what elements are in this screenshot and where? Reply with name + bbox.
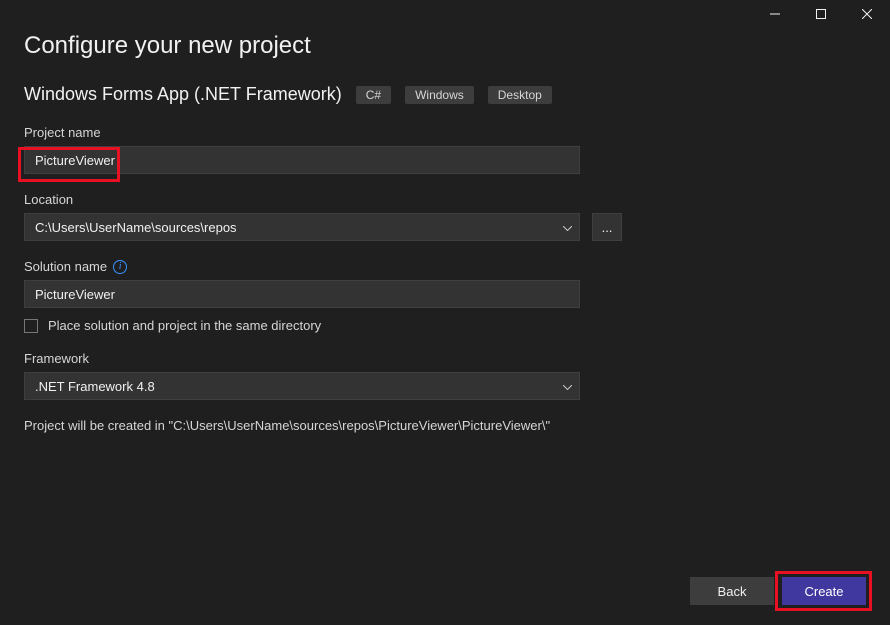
window-titlebar	[0, 0, 890, 28]
location-dropdown[interactable]: C:\Users\UserName\sources\repos	[24, 213, 580, 241]
solution-name-input[interactable]	[24, 280, 580, 308]
same-directory-label: Place solution and project in the same d…	[48, 318, 321, 333]
location-label: Location	[24, 192, 866, 207]
framework-dropdown[interactable]: .NET Framework 4.8	[24, 372, 580, 400]
browse-button[interactable]: ...	[592, 213, 622, 241]
project-path-summary: Project will be created in "C:\Users\Use…	[24, 418, 866, 433]
template-name: Windows Forms App (.NET Framework)	[24, 84, 342, 105]
framework-label: Framework	[24, 351, 866, 366]
close-icon	[862, 9, 872, 19]
minimize-button[interactable]	[752, 0, 798, 28]
page-title: Configure your new project	[24, 32, 866, 60]
tag-language: C#	[356, 86, 391, 104]
same-directory-checkbox[interactable]	[24, 319, 38, 333]
maximize-icon	[816, 9, 826, 19]
solution-name-label-text: Solution name	[24, 259, 107, 274]
tag-platform: Windows	[405, 86, 474, 104]
close-button[interactable]	[844, 0, 890, 28]
info-icon[interactable]: i	[113, 260, 127, 274]
template-row: Windows Forms App (.NET Framework) C# Wi…	[24, 84, 866, 105]
project-name-input[interactable]	[24, 146, 580, 174]
minimize-icon	[770, 9, 780, 19]
maximize-button[interactable]	[798, 0, 844, 28]
tag-projecttype: Desktop	[488, 86, 552, 104]
create-button[interactable]: Create	[782, 577, 866, 605]
back-button[interactable]: Back	[690, 577, 774, 605]
solution-name-label: Solution name i	[24, 259, 866, 274]
project-name-label: Project name	[24, 125, 866, 140]
